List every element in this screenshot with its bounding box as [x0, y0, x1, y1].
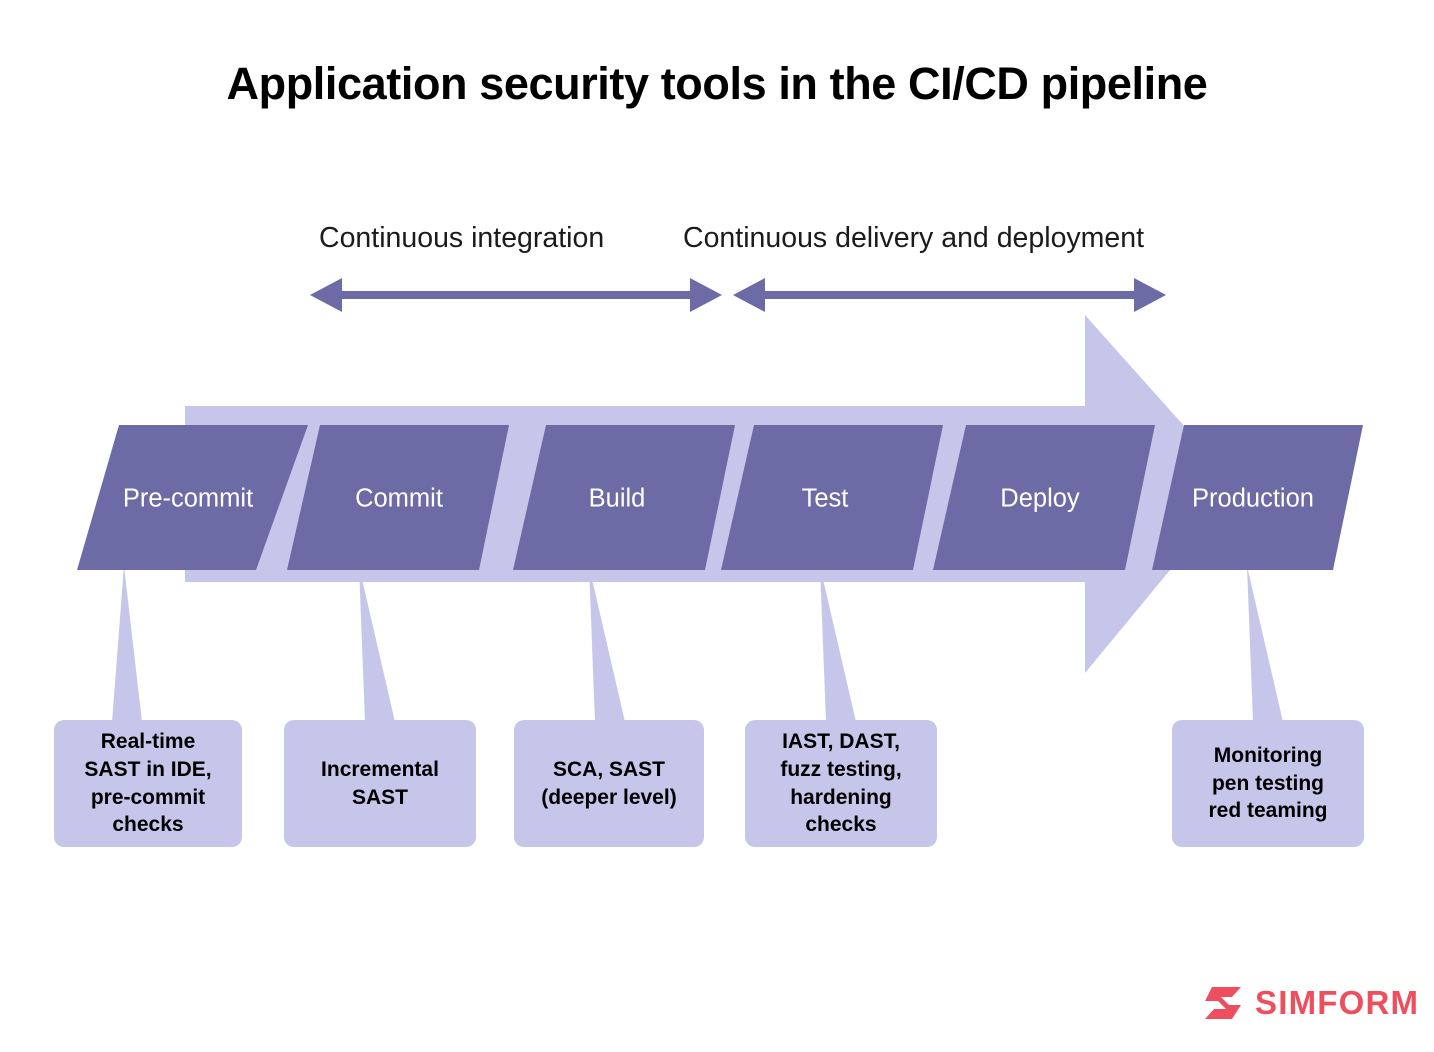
stage-label-production: Production	[1192, 485, 1314, 513]
pipeline-stages-layer: Pre-commit Commit Build Test Deploy Prod…	[77, 425, 1363, 570]
stage-commit[interactable]: Commit	[287, 425, 509, 570]
callout-production[interactable]: Monitoring pen testing red teaming	[1172, 720, 1364, 847]
stage-label-test: Test	[802, 485, 849, 513]
stage-label-commit: Commit	[355, 485, 443, 513]
simform-s-mark-icon	[1205, 987, 1241, 1019]
simform-logo[interactable]: SIMFORM	[1203, 983, 1419, 1023]
stage-label-deploy: Deploy	[1000, 485, 1080, 513]
simform-wordmark: SIMFORM	[1255, 984, 1420, 1021]
stage-production[interactable]: Production	[1152, 425, 1363, 570]
stage-pre-commit[interactable]: Pre-commit	[77, 425, 308, 570]
stage-build[interactable]: Build	[513, 425, 735, 570]
callout-test[interactable]: IAST, DAST, fuzz testing, hardening chec…	[745, 720, 937, 847]
callout-pre-commit[interactable]: Real-time SAST in IDE, pre-commit checks	[54, 720, 242, 847]
stage-test[interactable]: Test	[721, 425, 943, 570]
callout-build[interactable]: SCA, SAST (deeper level)	[514, 720, 704, 847]
diagram-canvas: Application security tools in the CI/CD …	[0, 0, 1434, 1052]
stage-label-build: Build	[589, 485, 646, 513]
stage-label-pre-commit: Pre-commit	[123, 485, 253, 513]
stage-deploy[interactable]: Deploy	[933, 425, 1155, 570]
callout-commit[interactable]: Incremental SAST	[284, 720, 476, 847]
